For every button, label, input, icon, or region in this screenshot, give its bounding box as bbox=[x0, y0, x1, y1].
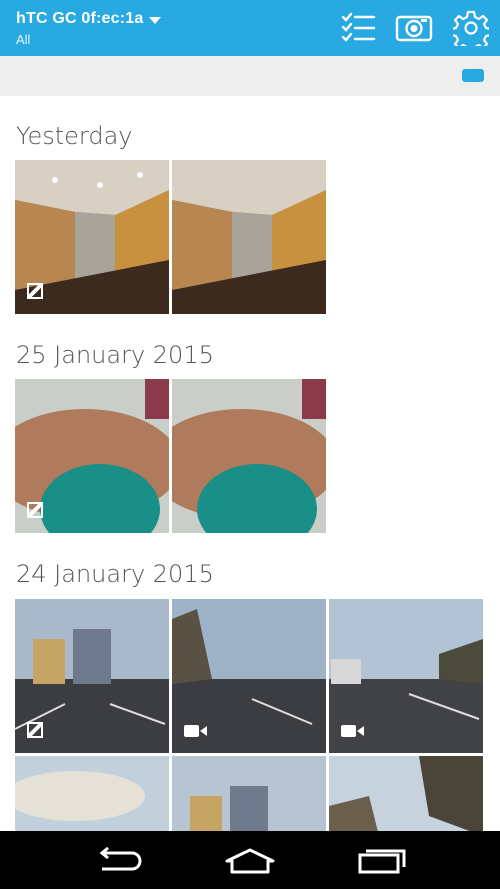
pair-badge-icon bbox=[27, 502, 43, 523]
battery-icon bbox=[462, 69, 484, 82]
photo-thumbnail[interactable] bbox=[329, 756, 483, 831]
pair-badge-icon bbox=[27, 722, 43, 743]
device-selector[interactable]: hTC GC 0f:ec:1a bbox=[16, 10, 162, 28]
settings-icon[interactable] bbox=[451, 8, 491, 48]
select-list-icon[interactable] bbox=[338, 8, 378, 48]
photo-thumbnail[interactable] bbox=[15, 160, 169, 314]
gallery[interactable]: Yesterday 25 January 2015 24 January 201… bbox=[0, 96, 500, 831]
app-bar: hTC GC 0f:ec:1a All bbox=[0, 0, 500, 56]
dropdown-caret-icon bbox=[149, 16, 162, 24]
photo-thumbnail[interactable] bbox=[172, 160, 326, 314]
video-thumbnail[interactable] bbox=[329, 599, 483, 753]
photo-thumbnail[interactable] bbox=[172, 756, 326, 831]
device-name: hTC GC 0f:ec:1a bbox=[16, 10, 144, 27]
video-thumbnail[interactable] bbox=[172, 599, 326, 753]
section-title-yesterday: Yesterday bbox=[16, 122, 133, 150]
photo-thumbnail[interactable] bbox=[15, 379, 169, 533]
photo-thumbnail[interactable] bbox=[15, 599, 169, 753]
section-title-24-january-2015: 24 January 2015 bbox=[16, 560, 214, 588]
camera-icon[interactable] bbox=[394, 8, 434, 48]
status-subbar bbox=[0, 56, 500, 96]
filter-label[interactable]: All bbox=[16, 32, 30, 47]
photo-thumbnail[interactable] bbox=[15, 756, 169, 831]
pair-badge-icon bbox=[27, 283, 43, 304]
section-title-25-january-2015: 25 January 2015 bbox=[16, 341, 214, 369]
recent-apps-icon[interactable] bbox=[350, 841, 414, 881]
video-camera-icon bbox=[341, 724, 365, 743]
home-icon[interactable] bbox=[218, 841, 282, 881]
back-icon[interactable] bbox=[86, 841, 150, 881]
system-navigation-bar bbox=[0, 831, 500, 889]
photo-thumbnail[interactable] bbox=[172, 379, 326, 533]
video-camera-icon bbox=[184, 724, 208, 743]
